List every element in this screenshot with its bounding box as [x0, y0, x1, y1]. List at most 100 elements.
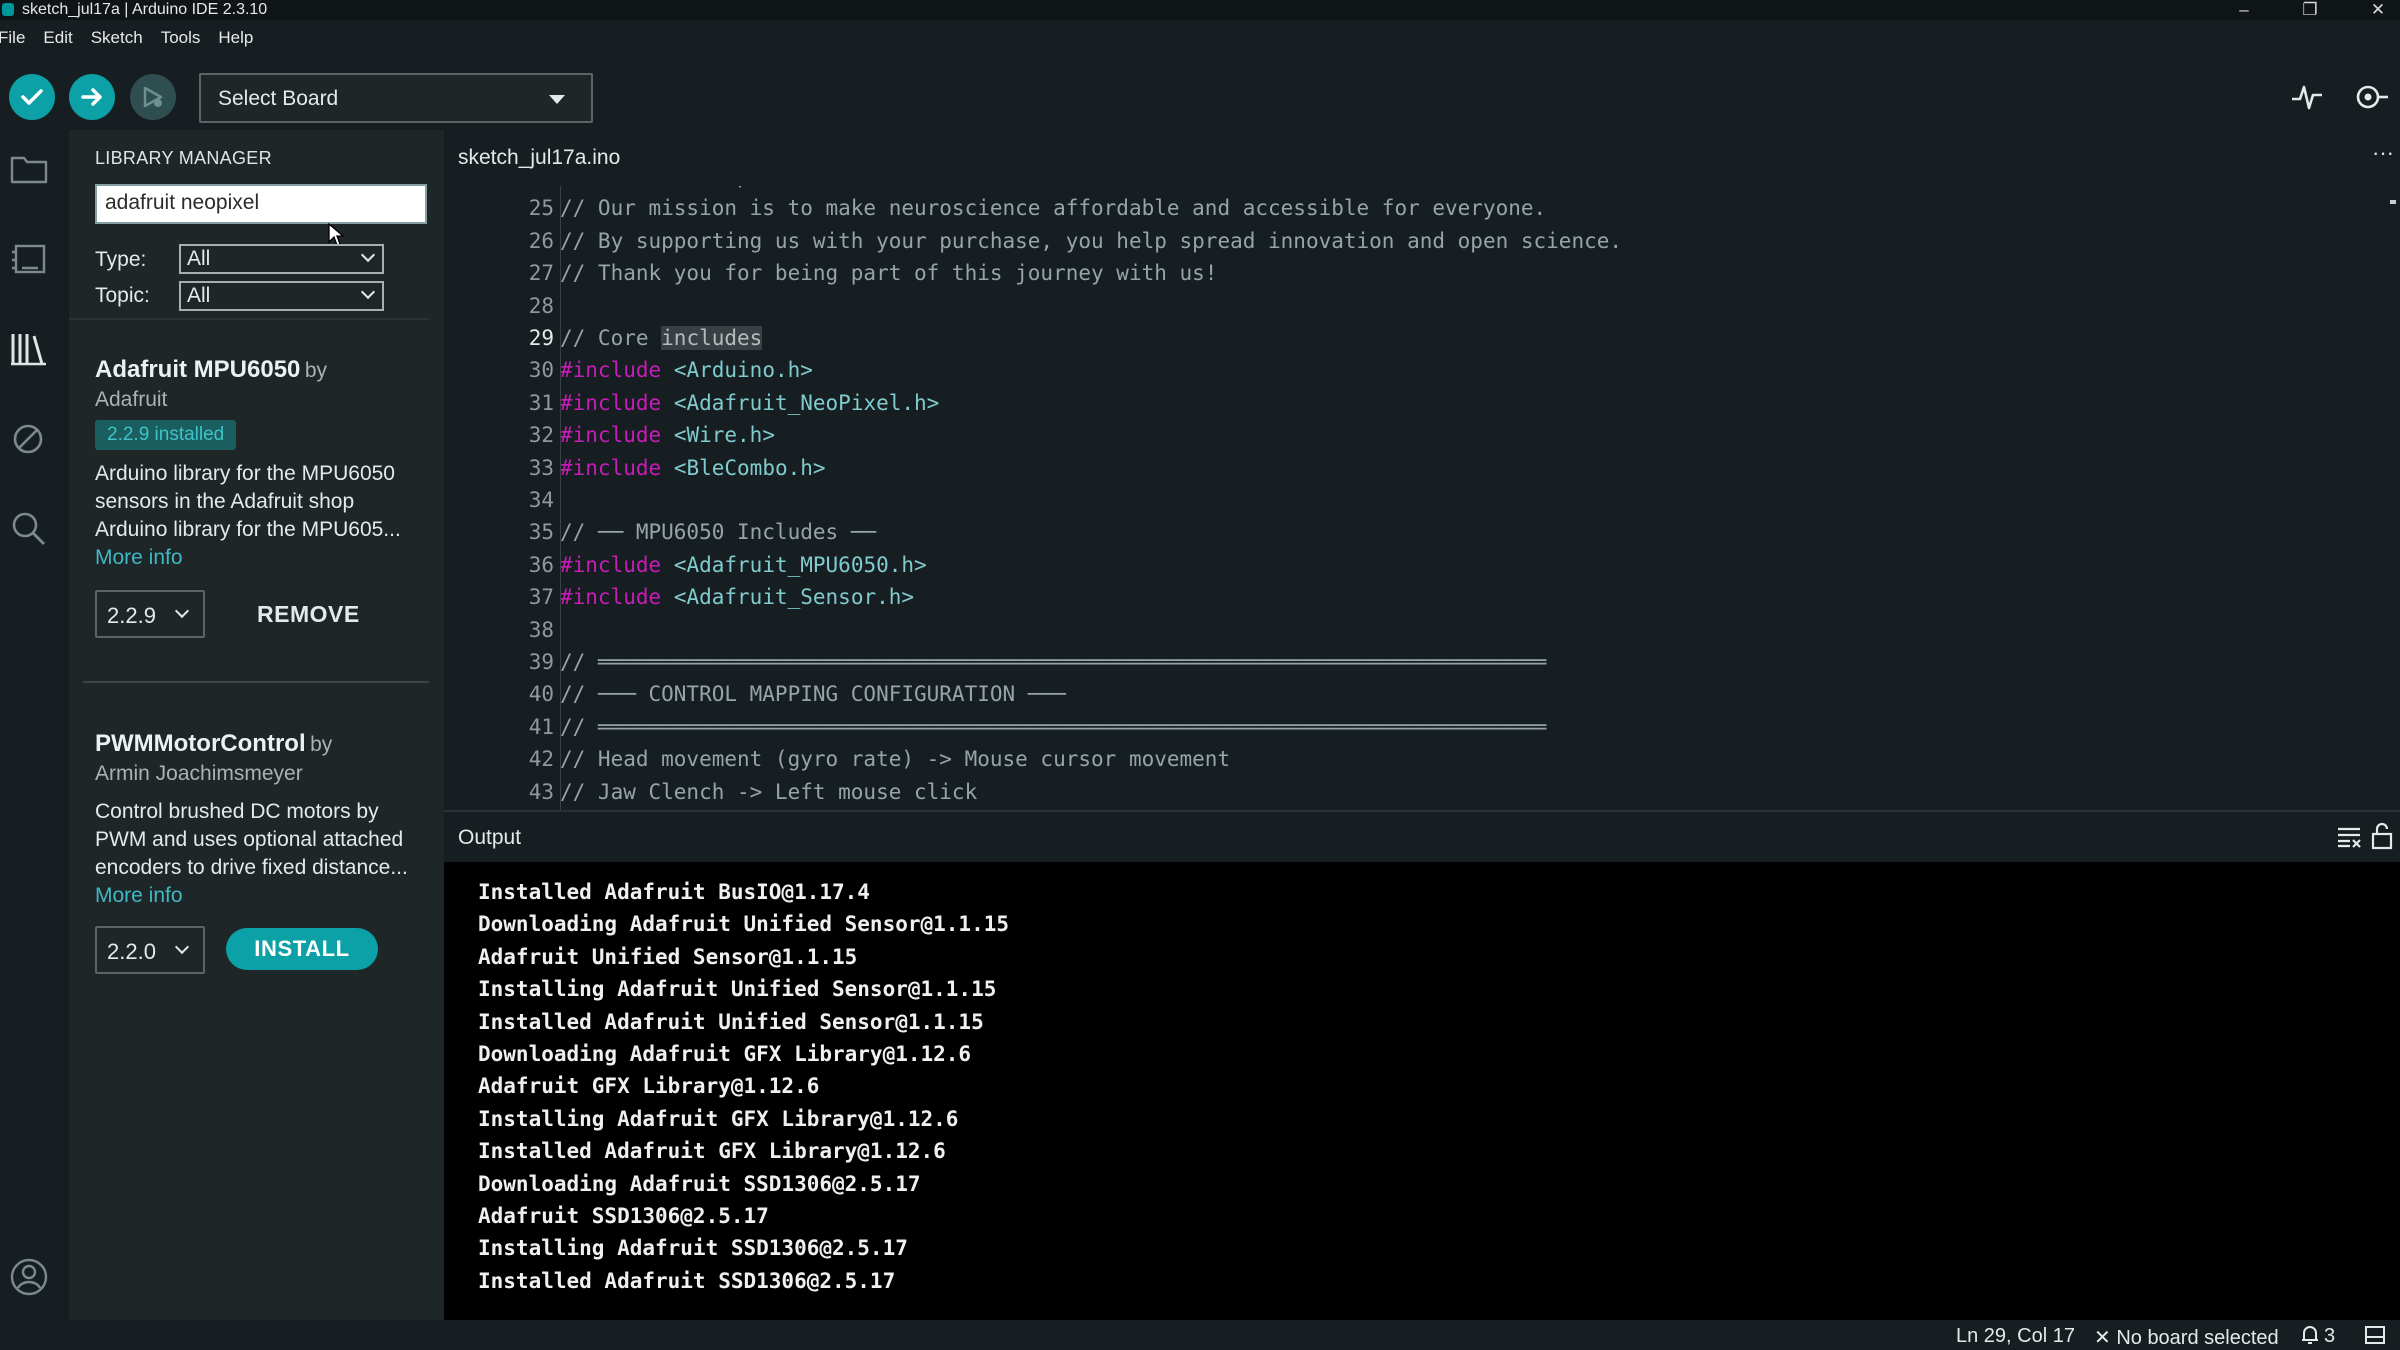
scrollbar-marker — [2390, 200, 2396, 204]
output-line: Adafruit GFX Library@1.12.6 — [478, 1074, 820, 1099]
folder-icon[interactable] — [8, 148, 50, 190]
menu-edit[interactable]: Edit — [43, 28, 72, 48]
output-line: Installed Adafruit SSD1306@2.5.17 — [478, 1268, 896, 1293]
line-number: 41 — [528, 714, 554, 739]
line-number: 25 — [528, 196, 554, 221]
topic-filter-label: Topic: — [95, 284, 150, 307]
output-line: Adafruit Unified Sensor@1.1.15 — [478, 944, 858, 969]
line-number: 37 — [528, 585, 554, 610]
library-icon[interactable] — [8, 328, 50, 370]
debug-off-icon[interactable] — [8, 418, 50, 460]
output-line: Installed Adafruit GFX Library@1.12.6 — [478, 1139, 946, 1164]
serial-plotter-icon[interactable] — [2290, 82, 2324, 112]
code-line: // ─── CONTROL MAPPING CONFIGURATION ─── — [560, 682, 1066, 707]
toggle-panel-icon[interactable] — [2364, 1325, 2386, 1345]
output-console[interactable]: Installed Adafruit BusIO@1.17.4 Downloadi… — [444, 862, 2400, 1320]
serial-monitor-icon[interactable] — [2350, 80, 2390, 114]
type-filter-select[interactable]: All — [179, 244, 384, 274]
more-info-link[interactable]: More info — [95, 882, 425, 910]
line-number: 28 — [528, 293, 554, 318]
code-line: #include <BleCombo.h> — [560, 455, 826, 480]
menu-bar: File Edit Sketch Tools Help — [0, 28, 271, 48]
line-number: 35 — [528, 520, 554, 545]
line-number: 24 — [474, 186, 554, 188]
library-description: Arduino library for the MPU6050 sensors … — [95, 460, 425, 572]
cursor-position[interactable]: Ln 29, Col 17 — [1956, 1325, 2075, 1348]
library-author: Armin Joachimsmeyer — [95, 762, 303, 785]
board-status[interactable]: ✕ No board selected — [2094, 1325, 2279, 1350]
line-number: 36 — [528, 552, 554, 577]
line-number: 32 — [528, 423, 554, 448]
board-selector-label: Select Board — [218, 87, 339, 110]
description-line: Control brushed DC motors by — [95, 800, 379, 823]
activity-bar — [0, 130, 69, 1320]
more-actions-icon[interactable]: ··· — [2372, 140, 2394, 166]
clear-output-icon[interactable] — [2336, 826, 2362, 848]
line-number: 39 — [528, 650, 554, 674]
remove-button[interactable]: REMOVE — [257, 601, 360, 628]
description-line: sensors in the Adafruit shop — [95, 490, 355, 513]
library-manager-panel: LIBRARY MANAGER adafruit neopixel Type: … — [69, 130, 444, 1320]
chevron-down-icon — [360, 284, 376, 300]
library-title: PWMMotorControl — [95, 730, 306, 757]
menu-sketch[interactable]: Sketch — [91, 28, 143, 48]
code-line: // Head movement (gyro rate) -> Mouse cu… — [560, 747, 1231, 772]
board-selector[interactable]: Select Board — [199, 73, 593, 123]
library-card: Adafruit MPU6050 by Adafruit 2.2.9 insta… — [95, 356, 425, 572]
line-number: 40 — [528, 682, 554, 707]
code-editor[interactable]: 24 25 26 27 28 29 30 31 32 33 34 35 36 37 38 39 40 41 42 43… — [444, 186, 2400, 810]
output-title: Output — [458, 826, 522, 849]
bell-icon[interactable] — [2300, 1324, 2320, 1346]
menu-file[interactable]: File — [0, 28, 25, 48]
version-select[interactable]: 2.2.9 — [95, 590, 205, 638]
code-line: #include <Wire.h> — [560, 423, 775, 448]
chevron-down-icon — [360, 247, 376, 263]
output-header: Output — [444, 810, 2400, 862]
line-number: 42 — [528, 747, 554, 772]
code-line: #include <Adafruit_MPU6050.h> — [560, 552, 927, 577]
installed-badge: 2.2.9 installed — [95, 420, 237, 450]
menu-tools[interactable]: Tools — [161, 28, 201, 48]
line-number: 30 — [528, 358, 554, 383]
window-title: sketch_jul17a | Arduino IDE 2.3.10 — [22, 1, 268, 18]
description-line: Arduino library for the MPU605... — [95, 518, 401, 541]
type-filter-value: All — [187, 247, 211, 270]
line-number: 33 — [528, 455, 554, 480]
menu-help[interactable]: Help — [218, 28, 253, 48]
output-line: Installed Adafruit Unified Sensor@1.1.15 — [478, 1009, 984, 1034]
code-line: // By supporting us with your purchase, … — [560, 228, 1623, 253]
topic-filter-value: All — [187, 284, 211, 307]
upload-button[interactable] — [69, 74, 115, 120]
chevron-down-icon — [174, 939, 190, 955]
arrow-right-icon — [81, 88, 102, 106]
output-line: Installing Adafruit SSD1306@2.5.17 — [478, 1236, 908, 1261]
type-filter-label: Type: — [95, 248, 147, 271]
topic-filter-select[interactable]: All — [179, 281, 384, 311]
minimize-button[interactable]: – — [2224, 0, 2264, 20]
line-number: 31 — [528, 390, 554, 415]
more-info-link[interactable]: More info — [95, 544, 425, 572]
arduino-app-icon — [2, 3, 14, 16]
close-button[interactable]: ✕ — [2358, 0, 2398, 20]
code-line: // ═════════════════════════════════════… — [560, 650, 1547, 674]
debug-button[interactable] — [130, 74, 176, 120]
maximize-button[interactable]: ❐ — [2290, 0, 2330, 20]
output-line: Installing Adafruit Unified Sensor@1.1.1… — [478, 977, 997, 1002]
install-button[interactable]: INSTALL — [226, 928, 378, 970]
version-select[interactable]: 2.2.0 — [95, 926, 205, 974]
library-title: Adafruit MPU6050 — [95, 356, 301, 383]
verify-button[interactable] — [9, 74, 55, 120]
version-value: 2.2.9 — [107, 603, 156, 628]
output-line: Downloading Adafruit GFX Library@1.12.6 — [478, 1042, 972, 1066]
line-number: 38 — [528, 617, 554, 642]
tab-sketch-file[interactable]: sketch_jul17a.ino — [458, 146, 620, 170]
search-icon[interactable] — [8, 508, 50, 550]
scroll-lock-icon[interactable] — [2370, 822, 2394, 850]
account-icon[interactable] — [8, 1256, 50, 1298]
library-author: Adafruit — [95, 388, 168, 411]
board-icon[interactable] — [8, 238, 50, 280]
description-line: PWM and uses optional attached — [95, 828, 404, 851]
code-line: // Our mission is to make neuroscience a… — [560, 196, 1547, 221]
library-search-input[interactable]: adafruit neopixel — [95, 184, 427, 224]
description-line: Arduino library for the MPU6050 — [95, 462, 395, 485]
